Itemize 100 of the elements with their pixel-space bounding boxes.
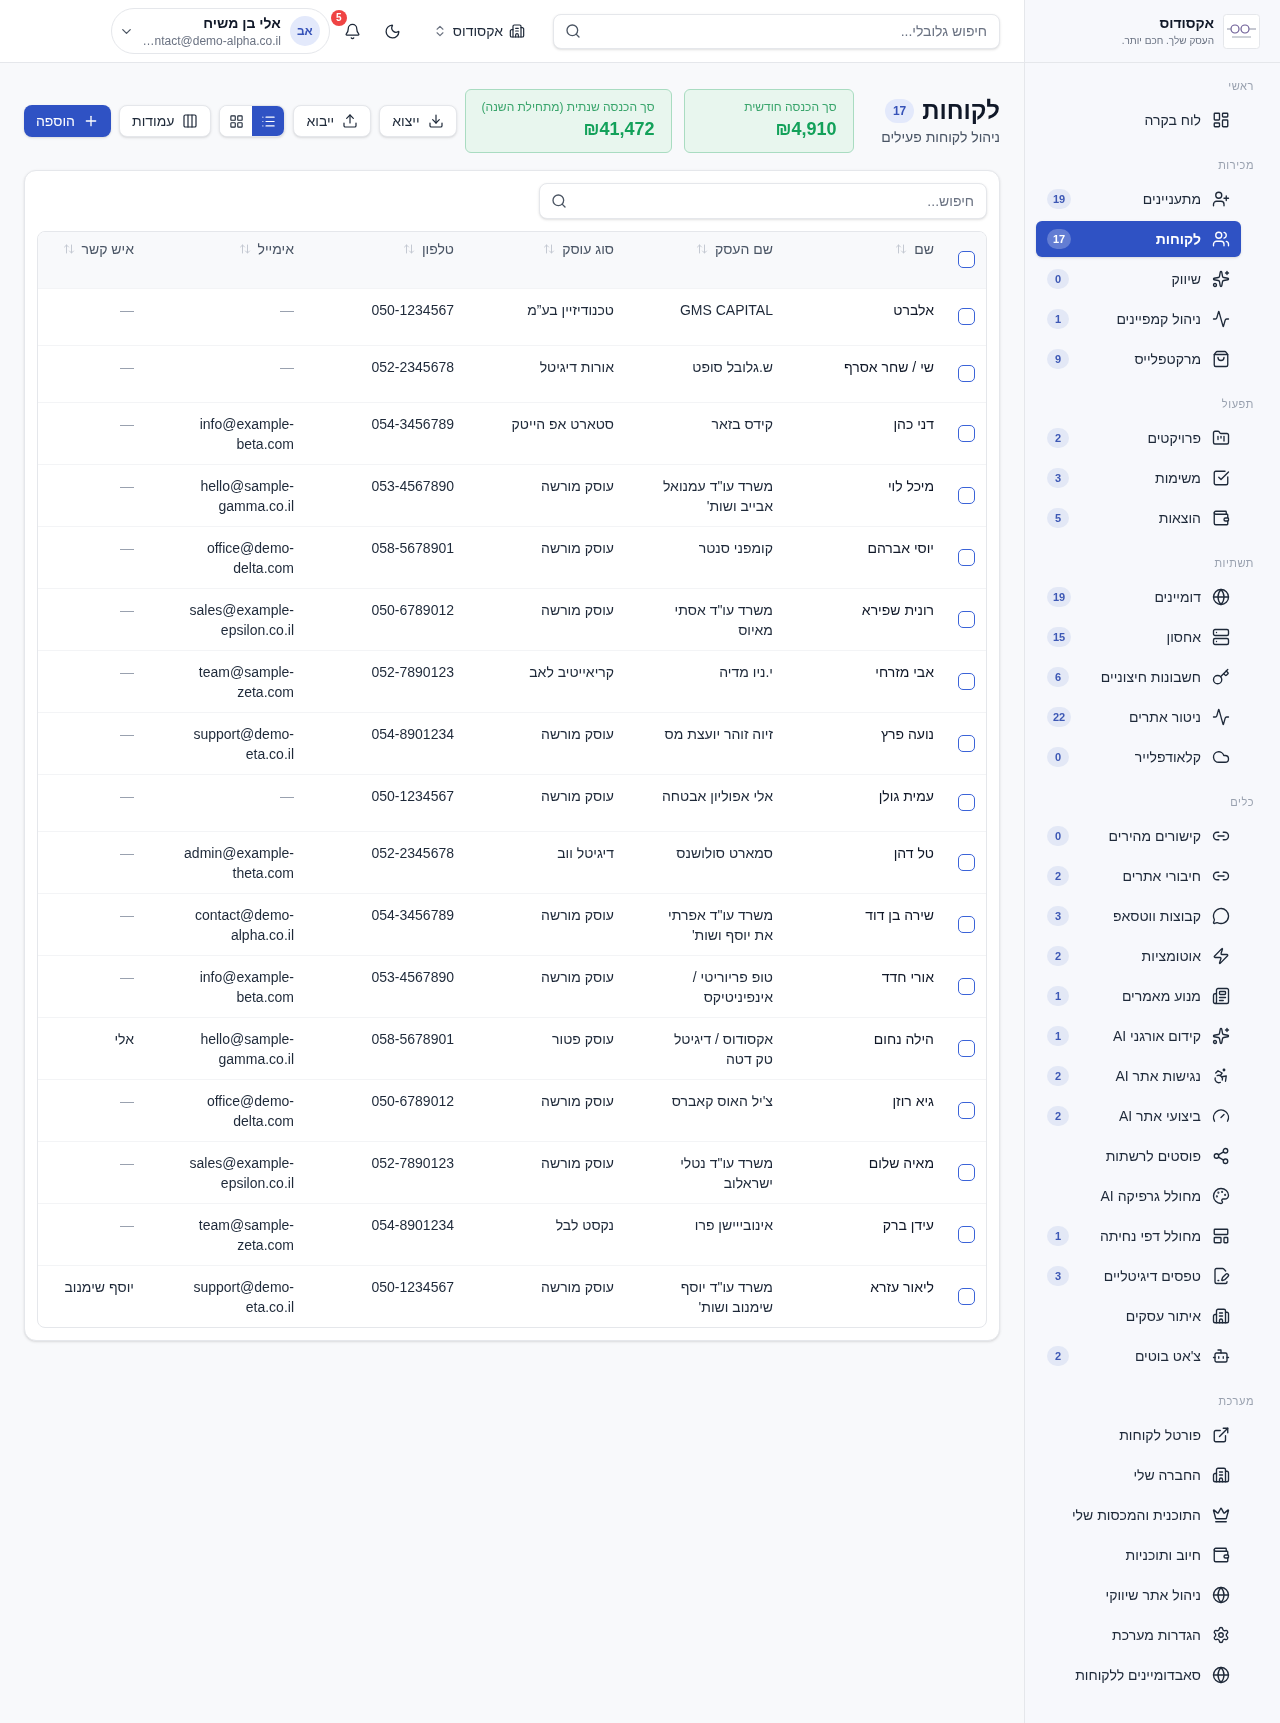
table-cell: משרד עו"ד יוסף שימנוב ושות' (626, 1265, 785, 1327)
import-button[interactable]: ייבוא (293, 105, 372, 137)
section-label: מכירות (1217, 158, 1254, 173)
table-cell: צ'יל האוס קאברס (626, 1079, 785, 1141)
sort-icon (62, 243, 75, 255)
count-badge: 2 (1047, 1346, 1069, 1366)
table-cell: 050-1234567 (306, 288, 466, 345)
columns-button[interactable]: עמודות (118, 105, 212, 137)
checkbox[interactable] (957, 1039, 975, 1057)
table-cell: אלי (38, 1017, 146, 1079)
external-link-icon (1212, 1426, 1230, 1444)
column-header[interactable]: איש קשר (62, 239, 134, 259)
user-name: אלי בן משיח (203, 14, 281, 33)
upload-icon (342, 113, 359, 129)
table-cell: קידס בזאר (626, 402, 785, 464)
checkbox[interactable] (957, 794, 975, 811)
table-cell: דני כהן (785, 402, 946, 464)
table-cell: admin@example-theta.com (146, 831, 306, 893)
table-cell: — (38, 712, 146, 774)
table-cell: info@example-beta.com (146, 955, 306, 1017)
bell-icon (344, 22, 362, 40)
table-cell: קריאייטיב לאב (466, 650, 626, 712)
table-cell: sales@example-epsilon.co.il (146, 588, 306, 650)
sparkles-icon (1212, 1027, 1230, 1045)
table-cell: משרד עו"ד עמנואל אבייב ושות' (626, 464, 785, 526)
sidebar-item[interactable]: חיוב ותוכניות (1036, 1537, 1241, 1573)
folder-icon (1212, 429, 1230, 447)
view-option[interactable] (252, 106, 285, 136)
checkbox[interactable] (957, 672, 975, 690)
checkbox[interactable] (957, 308, 975, 325)
count-badge: 2 (1047, 946, 1069, 966)
table-cell: נועה פרץ (785, 712, 946, 774)
sort-icon (238, 243, 251, 255)
column-header[interactable]: אימייל (238, 239, 294, 259)
checkbox[interactable] (957, 424, 975, 442)
sidebar-item[interactable]: הגדרות מערכת (1036, 1617, 1241, 1653)
company-selector[interactable]: אקסודוס (432, 13, 525, 49)
table-cell: סטארט אפ הייטק (466, 402, 626, 464)
download-icon (427, 113, 444, 129)
count-badge: 2 (1047, 866, 1069, 886)
user-email: …ntact@demo-alpha.co.il (142, 33, 281, 49)
sidebar-item[interactable]: התוכנית והמכסות שלי (1036, 1497, 1241, 1533)
sidebar-item[interactable]: ניהול אתר שיווקי (1036, 1577, 1241, 1613)
count-badge: 15 (1047, 627, 1072, 647)
settings-icon (1212, 1626, 1230, 1644)
search-icon (551, 193, 567, 209)
grid-icon (228, 113, 244, 129)
checkbox[interactable] (957, 977, 975, 995)
checkbox[interactable] (957, 1225, 975, 1243)
add-button[interactable]: הוספה (24, 105, 111, 137)
global-search-field[interactable]: חיפוש גלובלי... (553, 13, 1000, 49)
checkbox[interactable] (957, 734, 975, 752)
checkbox[interactable] (957, 1101, 975, 1119)
column-header[interactable]: סוג עוסק (543, 239, 614, 259)
table-cell: 053-4567890 (306, 464, 466, 526)
sidebar-item[interactable]: איתור עסקים (1036, 1298, 1241, 1334)
pulse-icon (1212, 310, 1230, 328)
table-cell: team@sample-zeta.com (146, 1203, 306, 1265)
checkbox[interactable] (957, 1163, 975, 1181)
sidebar-item[interactable]: לוח בקרה (1036, 102, 1241, 138)
users-icon (1212, 230, 1230, 248)
export-button[interactable]: ייצוא (379, 105, 457, 137)
user-avatar: אב (289, 16, 320, 46)
count-badge: 0 (1047, 747, 1069, 767)
column-header[interactable]: טלפון (402, 239, 454, 259)
sort-icon (543, 243, 556, 255)
view-option[interactable] (220, 106, 253, 136)
sidebar-item[interactable]: מחולל גרפיקה AI (1036, 1178, 1241, 1214)
sidebar-item[interactable]: פוסטים לרשתות (1036, 1138, 1241, 1174)
table-cell: אלי אפוליון אבטחה (626, 774, 785, 831)
section-label: כלים (1229, 795, 1254, 810)
table-cell: עוסק פטור (466, 1017, 626, 1079)
count-badge: 9 (1047, 349, 1069, 369)
checkbox[interactable] (957, 915, 975, 933)
count-badge: 5 (1047, 508, 1069, 528)
table-cell: hello@sample-gamma.co.il (146, 464, 306, 526)
checkbox[interactable] (957, 251, 975, 269)
sidebar-item[interactable]: החברה שלי (1036, 1457, 1241, 1493)
sort-icon (895, 243, 908, 255)
checkbox[interactable] (957, 548, 975, 566)
building-icon (509, 23, 525, 39)
table-cell: — (146, 774, 306, 831)
lightning-icon (1212, 947, 1230, 965)
sidebar-item[interactable]: פורטל לקוחות (1036, 1417, 1241, 1453)
globe-icon (1212, 588, 1230, 606)
table-cell: — (38, 1141, 146, 1203)
accessibility-icon (1212, 1067, 1230, 1085)
count-badge: 1 (1047, 986, 1069, 1006)
checkbox[interactable] (957, 610, 975, 628)
stat-label: סך הכנסה חודשית (744, 99, 837, 115)
column-header[interactable]: שם העסק (695, 239, 773, 259)
column-header[interactable]: שם (895, 239, 934, 259)
checkbox[interactable] (957, 486, 975, 504)
table-cell: עוסק מורשה (466, 1141, 626, 1203)
checkbox[interactable] (957, 853, 975, 871)
checkbox[interactable] (957, 365, 975, 382)
table-search-field[interactable]: חיפוש... (539, 183, 987, 219)
table-cell: team@sample-zeta.com (146, 650, 306, 712)
sidebar-item[interactable]: סאבדומיינים ללקוחות (1036, 1657, 1241, 1693)
checkbox[interactable] (957, 1287, 975, 1305)
